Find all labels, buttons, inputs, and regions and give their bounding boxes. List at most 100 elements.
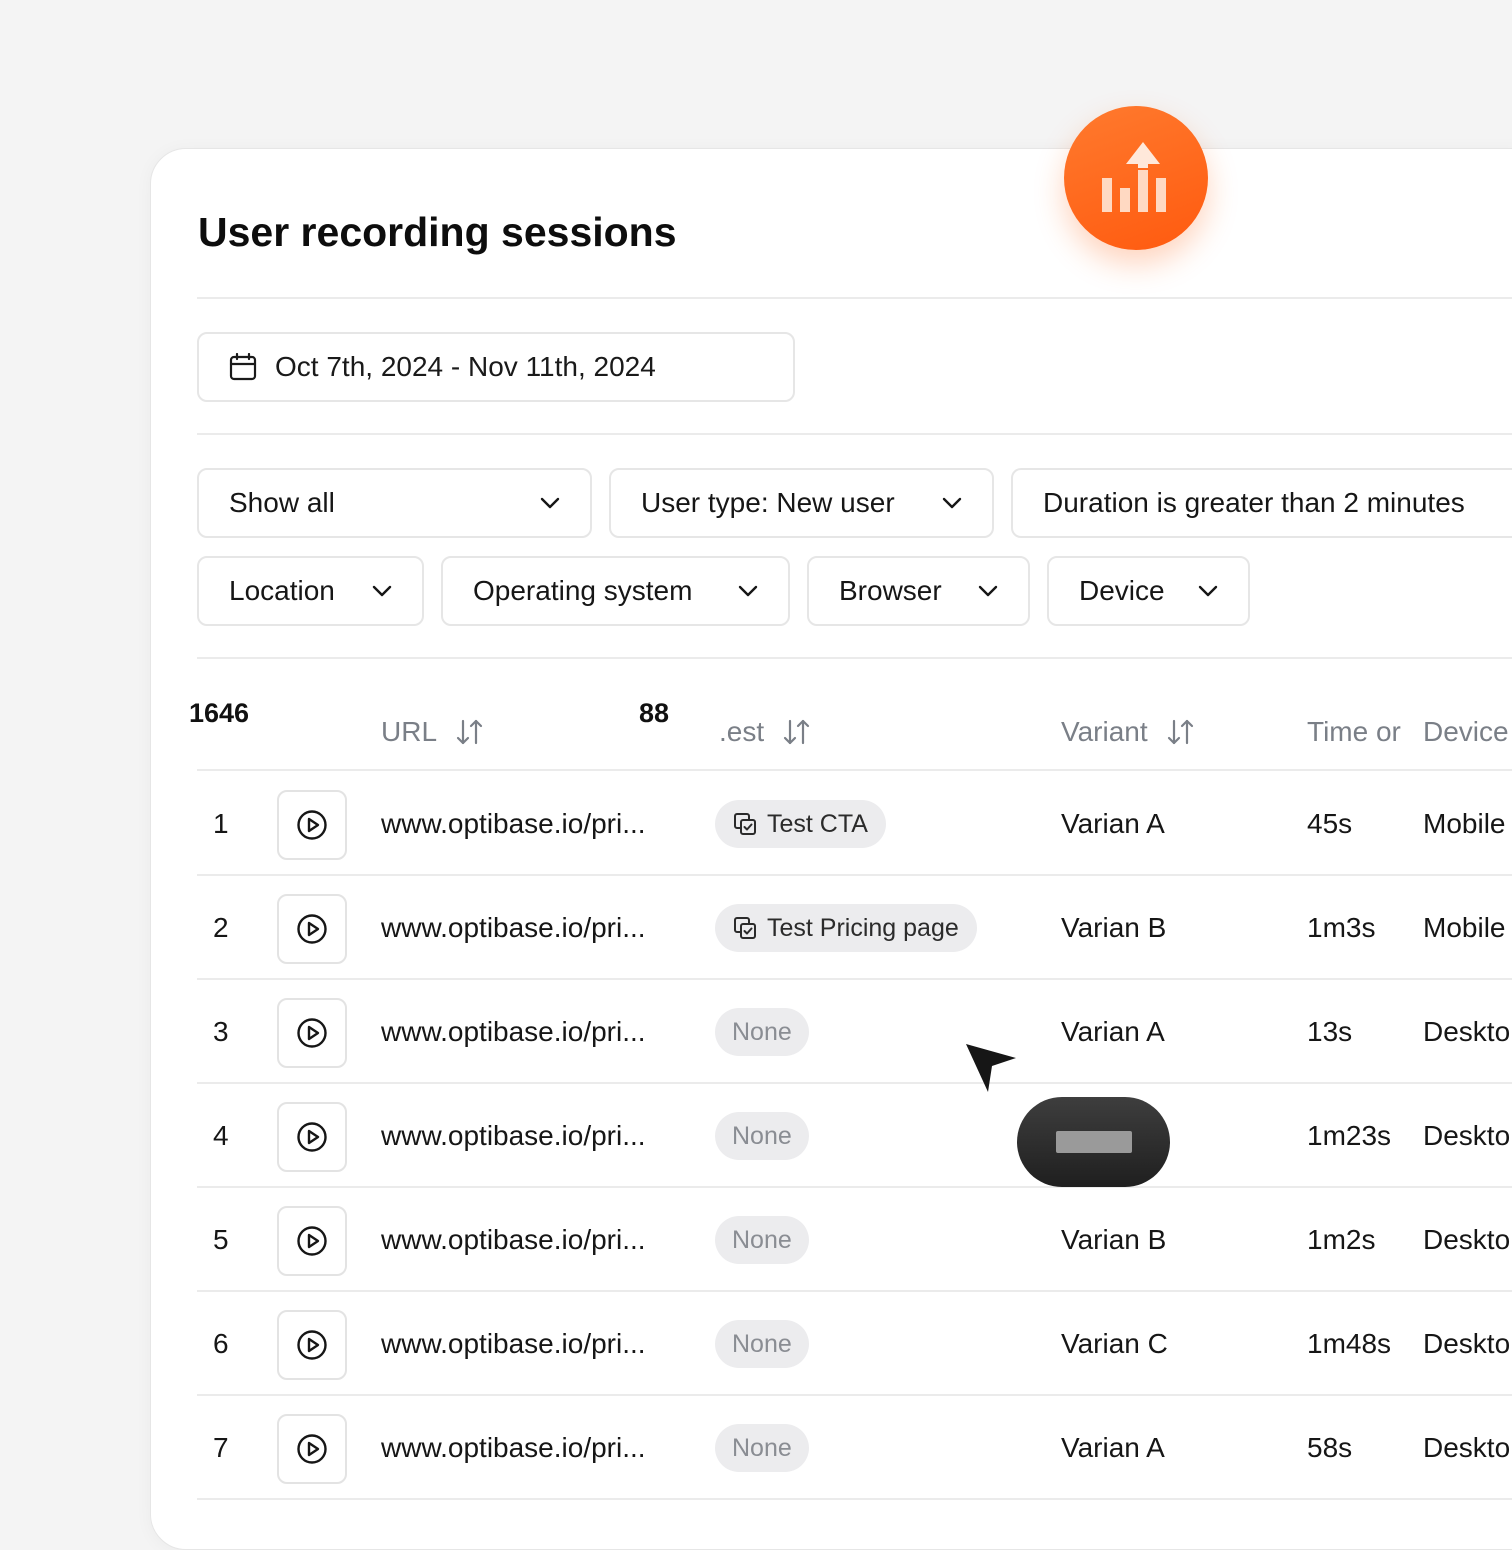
column-header-test[interactable]: .est xyxy=(719,714,812,750)
play-recording-button[interactable] xyxy=(277,894,347,964)
row-test: None xyxy=(715,1084,809,1188)
sort-icon xyxy=(456,719,483,745)
row-time: 45s xyxy=(1307,808,1353,839)
operating-system-label: Operating system xyxy=(473,575,693,606)
row-time: 1m48s xyxy=(1307,1328,1392,1359)
column-header-time-label: Time or xyxy=(1307,716,1401,747)
test-count: 88 xyxy=(639,698,670,728)
column-header-device[interactable]: Device xyxy=(1423,714,1509,750)
row-device: Mobile xyxy=(1423,912,1506,943)
duration-filter[interactable]: Duration is greater than 2 minutes xyxy=(1011,468,1512,538)
play-icon xyxy=(297,1434,327,1464)
row-test: None xyxy=(715,1188,809,1292)
row-time: 1m3s xyxy=(1307,912,1376,943)
row-url[interactable]: www.optibase.io/pri... xyxy=(381,1188,646,1292)
location-filter[interactable]: Location xyxy=(197,556,424,626)
play-recording-button[interactable] xyxy=(277,1310,347,1380)
sort-icon xyxy=(1167,719,1193,745)
recording-toolbar[interactable] xyxy=(1017,1097,1170,1187)
table-row[interactable]: 2 www.optibase.io/pri... Test Pricing page… xyxy=(197,876,1512,980)
play-recording-button[interactable] xyxy=(277,1206,347,1276)
chevron-down-icon xyxy=(978,585,998,597)
test-badge-label: Test Pricing page xyxy=(767,913,959,942)
row-variant: Varian C xyxy=(1061,1328,1168,1359)
row-url[interactable]: www.optibase.io/pri... xyxy=(381,876,646,980)
table-row[interactable]: 4 www.optibase.io/pri... None 1m23s Deskto xyxy=(197,1084,1512,1188)
play-icon xyxy=(297,1330,327,1360)
row-device: Mobile xyxy=(1423,808,1506,839)
show-all-label: Show all xyxy=(229,487,335,518)
show-all-dropdown[interactable]: Show all xyxy=(197,468,592,538)
play-icon xyxy=(297,914,327,944)
sort-icon xyxy=(784,719,810,745)
location-label: Location xyxy=(229,575,335,606)
chevron-down-icon xyxy=(540,497,560,509)
row-url[interactable]: www.optibase.io/pri... xyxy=(381,1292,646,1396)
chevron-down-icon xyxy=(738,585,758,597)
table-row[interactable]: 1 www.optibase.io/pri... Test CTA Varian A 4… xyxy=(197,772,1512,876)
column-header-url[interactable]: URL xyxy=(381,714,485,750)
row-device: Deskto xyxy=(1423,1224,1511,1255)
row-url[interactable]: www.optibase.io/pri... xyxy=(381,772,646,876)
table-row[interactable]: 3 www.optibase.io/pri... None Varian A 13s De… xyxy=(197,980,1512,1084)
user-type-label: User type: New user xyxy=(641,487,895,518)
play-icon xyxy=(297,810,327,840)
play-recording-button[interactable] xyxy=(277,1102,347,1172)
ab-test-icon xyxy=(734,813,756,835)
operating-system-filter[interactable]: Operating system xyxy=(441,556,790,626)
row-device: Deskto xyxy=(1423,1432,1511,1463)
browser-label: Browser xyxy=(839,575,942,606)
row-url[interactable]: www.optibase.io/pri... xyxy=(381,980,646,1084)
row-variant: Varian B xyxy=(1061,912,1167,943)
duration-label: Duration is greater than 2 minutes xyxy=(1043,487,1465,518)
page-title: User recording sessions xyxy=(198,209,677,255)
row-test: None xyxy=(715,1396,809,1500)
play-icon xyxy=(297,1226,327,1256)
row-variant: Varian A xyxy=(1061,808,1165,839)
divider xyxy=(197,297,1512,299)
row-device: Deskto xyxy=(1423,1016,1511,1047)
analytics-logo-badge xyxy=(1064,106,1208,250)
row-variant: Varian A xyxy=(1061,1016,1165,1047)
play-icon xyxy=(297,1018,327,1048)
table-row[interactable]: 6 www.optibase.io/pri... None Varian C 1m48s… xyxy=(197,1292,1512,1396)
row-time: 13s xyxy=(1307,1016,1353,1047)
date-range-picker[interactable]: Oct 7th, 2024 - Nov 11th, 2024 xyxy=(197,332,795,402)
row-index: 1 xyxy=(213,808,229,839)
chevron-down-icon xyxy=(942,497,962,509)
row-test: Test Pricing page xyxy=(715,876,977,980)
row-test: None xyxy=(715,1292,809,1396)
table-row[interactable]: 5 www.optibase.io/pri... None Varian B 1m2s D… xyxy=(197,1188,1512,1292)
session-count: 1646 xyxy=(189,698,250,728)
test-none-badge: None xyxy=(715,1008,809,1056)
device-filter[interactable]: Device xyxy=(1047,556,1250,626)
row-device: Deskto xyxy=(1423,1120,1511,1151)
play-recording-button[interactable] xyxy=(277,998,347,1068)
row-index: 5 xyxy=(213,1224,229,1255)
row-url[interactable]: www.optibase.io/pri... xyxy=(381,1396,646,1500)
test-badge-label: Test CTA xyxy=(767,809,868,838)
date-range-label: Oct 7th, 2024 - Nov 11th, 2024 xyxy=(275,351,656,382)
browser-filter[interactable]: Browser xyxy=(807,556,1030,626)
row-test: Test CTA xyxy=(715,772,886,876)
test-none-badge: None xyxy=(715,1216,809,1264)
calendar-icon xyxy=(229,353,257,381)
test-none-badge: None xyxy=(715,1424,809,1472)
row-time: 1m2s xyxy=(1307,1224,1376,1255)
column-header-time[interactable]: Time or xyxy=(1307,714,1401,750)
chevron-down-icon xyxy=(372,585,392,597)
column-header-variant[interactable]: Variant xyxy=(1061,714,1196,750)
test-badge[interactable]: Test Pricing page xyxy=(715,904,977,952)
column-header-device-label: Device xyxy=(1423,716,1509,747)
row-index: 3 xyxy=(213,1016,229,1047)
test-none-badge: None xyxy=(715,1320,809,1368)
test-badge[interactable]: Test CTA xyxy=(715,800,886,848)
play-recording-button[interactable] xyxy=(277,1414,347,1484)
row-device: Deskto xyxy=(1423,1328,1511,1359)
user-type-filter[interactable]: User type: New user xyxy=(609,468,994,538)
row-url[interactable]: www.optibase.io/pri... xyxy=(381,1084,646,1188)
play-recording-button[interactable] xyxy=(277,790,347,860)
divider xyxy=(197,433,1512,435)
table-row[interactable]: 7 www.optibase.io/pri... None Varian A 58s De… xyxy=(197,1396,1512,1500)
row-variant: Varian A xyxy=(1061,1432,1165,1463)
